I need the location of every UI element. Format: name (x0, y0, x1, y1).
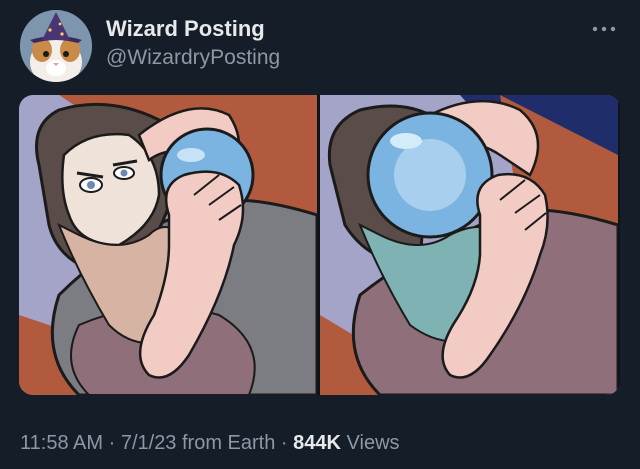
more-button[interactable] (588, 18, 620, 40)
views-label: Views (346, 432, 400, 454)
media-image[interactable] (19, 95, 620, 395)
avatar[interactable] (20, 10, 92, 82)
separator-dot: · (108, 432, 116, 454)
media-panel-left (19, 95, 317, 395)
more-horizontal-icon (592, 26, 616, 32)
tweet-time[interactable]: 11:58 AM (20, 432, 103, 454)
tweet-source: from Earth (182, 432, 276, 454)
tweet-metadata: 11:58 AM · 7/1/23 from Earth · 844K View… (20, 432, 400, 455)
display-name[interactable]: Wizard Posting (106, 16, 265, 42)
views-count: 844K (293, 432, 341, 454)
wizard-hidden-illustration (320, 95, 618, 395)
wizard-cat-avatar-icon (20, 10, 92, 82)
tweet-date[interactable]: 7/1/23 (121, 432, 177, 454)
tweet: Wizard Posting @WizardryPosting 11:58 AM… (0, 0, 640, 469)
media-panel-right (320, 95, 618, 395)
wizard-peeking-illustration (19, 95, 317, 395)
separator-dot: · (280, 432, 288, 454)
handle[interactable]: @WizardryPosting (106, 46, 280, 70)
